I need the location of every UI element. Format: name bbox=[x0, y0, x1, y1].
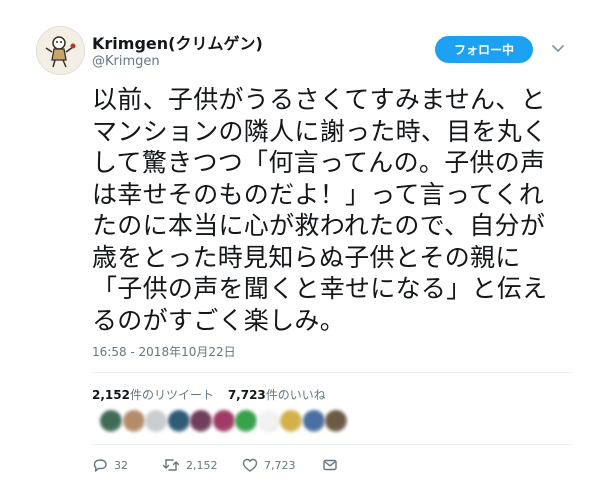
tweet-text-line: して驚きつつ「何言ってんの。子供の声 bbox=[92, 148, 546, 177]
liker-avatar[interactable] bbox=[325, 410, 347, 432]
retweet-count: 2,152 bbox=[186, 458, 218, 472]
tweet-timestamp[interactable]: 16:58 - 2018年10月22日 bbox=[92, 343, 236, 360]
tweet-text-line: 歳をとった時見知らぬ子供とその親に bbox=[92, 242, 521, 272]
retweets-label: 件のリツイート bbox=[129, 388, 214, 402]
divider bbox=[92, 372, 572, 373]
tweet-text-line: は幸せそのものだよ！」って言ってくれ bbox=[92, 179, 545, 209]
reply-button[interactable]: 32 bbox=[92, 457, 128, 473]
liker-avatar[interactable] bbox=[212, 410, 235, 432]
reply-count: 32 bbox=[114, 458, 128, 472]
tweet-text-line: るのがすごく楽しみ。 bbox=[92, 305, 346, 335]
user-display-name[interactable]: Krimgen(クリムゲン) bbox=[92, 30, 263, 54]
engagement-stats: 2,152件のリツイート 7,723件のいいね bbox=[92, 386, 336, 403]
direct-message-button[interactable] bbox=[322, 457, 344, 473]
liker-avatar[interactable] bbox=[122, 410, 145, 432]
tweet-card: Krimgen(クリムゲン) @Krimgen フォロー中 以前、子供がうるさく… bbox=[0, 0, 600, 480]
liker-avatar[interactable] bbox=[190, 410, 212, 432]
tweet-text-line: たのに本当に心が救われたので、自分が bbox=[92, 211, 546, 240]
likes-stat[interactable]: 7,723件のいいね bbox=[228, 388, 326, 402]
liker-avatar[interactable] bbox=[145, 410, 167, 432]
retweet-icon bbox=[162, 459, 180, 471]
tweet-text: 以前、子供がうるさくてすみません、と マンションの隣人に謝った時、目を丸く して… bbox=[92, 84, 572, 336]
heart-icon bbox=[242, 458, 258, 472]
likes-count: 7,723 bbox=[227, 388, 266, 402]
liker-avatar[interactable] bbox=[235, 410, 257, 432]
like-count: 7,723 bbox=[264, 458, 296, 472]
divider bbox=[92, 444, 572, 445]
chevron-down-icon[interactable] bbox=[550, 40, 566, 56]
liker-avatar[interactable] bbox=[100, 410, 122, 432]
likes-label: 件のいいね bbox=[265, 388, 326, 402]
retweets-count: 2,152 bbox=[92, 388, 130, 402]
like-button[interactable]: 7,723 bbox=[242, 457, 296, 473]
avatar[interactable] bbox=[36, 26, 85, 75]
retweet-button[interactable]: 2,152 bbox=[162, 457, 218, 473]
retweets-stat[interactable]: 2,152件のリツイート bbox=[92, 388, 214, 402]
following-button[interactable]: フォロー中 bbox=[435, 36, 533, 63]
avatar-illustration bbox=[37, 27, 84, 74]
user-handle[interactable]: @Krimgen bbox=[92, 54, 160, 69]
tweet-text-line: 「子供の声を聞くと幸せになる」と伝え bbox=[92, 274, 548, 303]
envelope-icon bbox=[323, 459, 337, 471]
liker-avatar[interactable] bbox=[167, 410, 190, 432]
tweet-text-line: 以前、子供がうるさくてすみません、と bbox=[92, 85, 546, 114]
liker-avatar[interactable] bbox=[302, 410, 325, 432]
liker-avatar[interactable] bbox=[257, 410, 280, 432]
reply-icon bbox=[93, 459, 107, 472]
liker-avatar[interactable] bbox=[280, 410, 302, 432]
tweet-text-line: マンションの隣人に謝った時、目を丸く bbox=[92, 116, 548, 146]
